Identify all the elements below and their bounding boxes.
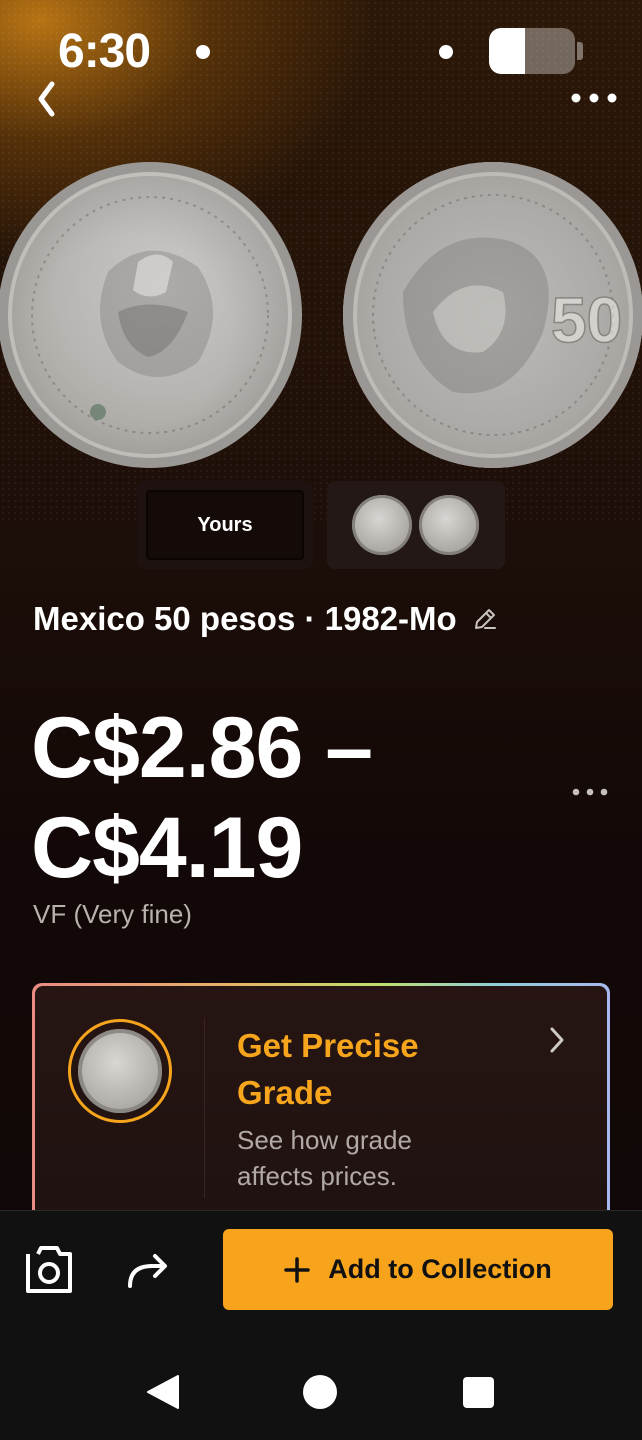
pencil-icon[interactable] (471, 605, 499, 633)
price-range: C$2.86 – C$4.19 (31, 700, 373, 896)
reference-reverse-thumbnail (419, 495, 479, 555)
coin-obverse-image[interactable] (0, 162, 302, 468)
circle-home-icon[interactable] (303, 1375, 337, 1409)
chevron-left-icon[interactable] (30, 72, 70, 126)
coin-title: Mexico 50 pesos · 1982-Mo (33, 600, 457, 637)
more-horizontal-icon[interactable] (570, 782, 610, 802)
grade-coin-thumbnail (78, 1029, 162, 1113)
triangle-back-icon[interactable] (146, 1374, 182, 1410)
eagle-emblem-icon (31, 196, 269, 434)
grade-label: VF (Very fine) (33, 899, 192, 929)
battery-level (489, 28, 526, 74)
coin-reverse-image[interactable]: 50 (343, 162, 642, 468)
svg-text:50: 50 (551, 284, 622, 356)
grade-card-subtitle: See how grade affects prices. (237, 1125, 412, 1191)
reference-obverse-thumbnail (352, 495, 412, 555)
more-horizontal-icon[interactable] (568, 86, 620, 110)
add-to-collection-label: Add to Collection (328, 1254, 552, 1284)
card-divider (204, 1018, 205, 1198)
battery-icon (489, 28, 575, 74)
coin-title-row: Mexico 50 pesos · 1982-Mo (33, 600, 499, 638)
add-to-collection-button[interactable]: Add to Collection (223, 1229, 613, 1310)
tab-reference-photos[interactable] (327, 481, 505, 569)
camera-icon[interactable] (24, 1244, 74, 1296)
tab-yours-photos[interactable]: Yours (137, 481, 313, 569)
square-recents-icon[interactable] (463, 1377, 494, 1408)
chevron-right-icon[interactable] (546, 1024, 568, 1056)
battery-tip (577, 42, 583, 60)
notification-dot-icon (196, 45, 210, 59)
grade-card-title: Get Precise Grade (237, 1027, 419, 1111)
status-time: 6:30 (58, 25, 151, 78)
signal-dot-icon (439, 45, 453, 59)
share-icon[interactable] (124, 1248, 170, 1292)
tab-yours-label: Yours (146, 490, 304, 560)
coyolxauhqui-design-icon: 50 (372, 194, 623, 436)
plus-icon (284, 1256, 310, 1283)
